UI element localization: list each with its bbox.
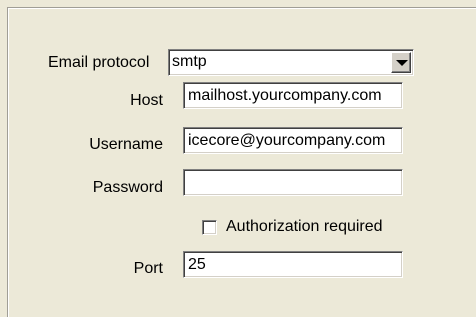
email-protocol-label: Email protocol (48, 54, 150, 71)
email-protocol-dropdown-button[interactable] (391, 52, 411, 73)
authorization-required-label[interactable]: Authorization required (226, 217, 383, 237)
host-input[interactable]: mailhost.yourcompany.com (183, 82, 403, 109)
password-label: Password (92, 179, 163, 196)
chevron-down-icon (396, 60, 408, 66)
email-protocol-select[interactable]: smtp (168, 49, 414, 76)
password-input[interactable] (183, 169, 403, 196)
host-input-value: mailhost.yourcompany.com (188, 87, 382, 104)
port-label: Port (133, 260, 163, 277)
port-input-value: 25 (188, 256, 206, 273)
username-input[interactable]: icecore@yourcompany.com (183, 127, 403, 154)
host-label: Host (130, 92, 163, 109)
username-label: Username (89, 136, 163, 153)
username-input-value: icecore@yourcompany.com (188, 132, 386, 149)
authorization-required-checkbox[interactable] (202, 220, 217, 235)
email-protocol-value: smtp (172, 53, 207, 70)
port-input[interactable]: 25 (183, 251, 403, 278)
